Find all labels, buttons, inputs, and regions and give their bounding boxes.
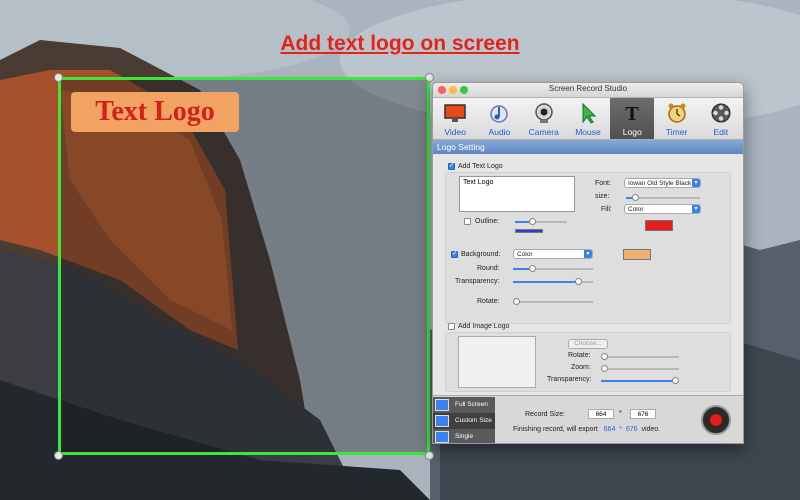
export-info: Finishing record, will export 664 * 676 … xyxy=(513,426,660,433)
font-select[interactable]: Iowan Old Style Black ▾ xyxy=(624,178,701,188)
resize-handle-bottom-left[interactable] xyxy=(54,451,63,460)
full-screen-mode-button[interactable]: Full Screen xyxy=(433,397,495,413)
image-transparency-slider[interactable] xyxy=(601,377,679,384)
mouse-pointer-icon xyxy=(582,102,597,124)
export-info-suffix: video. xyxy=(641,426,661,433)
image-zoom-label: Zoom: xyxy=(571,364,591,371)
camera-icon xyxy=(534,103,553,123)
round-label: Round: xyxy=(477,265,500,272)
add-image-logo-label: Add Image Logo xyxy=(458,323,510,330)
chevron-down-icon: ▾ xyxy=(584,250,592,258)
custom-size-mode-button[interactable]: Custom Size xyxy=(433,413,495,429)
capture-region[interactable] xyxy=(58,77,430,455)
record-bar: Full Screen Custom Size Single Window Re… xyxy=(433,395,743,443)
transparency-slider[interactable] xyxy=(513,278,593,285)
custom-size-icon xyxy=(435,415,449,427)
resize-handle-bottom-right[interactable] xyxy=(425,451,434,460)
export-info-prefix: Finishing record, will export xyxy=(513,426,598,433)
resize-handle-top-left[interactable] xyxy=(54,73,63,82)
size-label: size: xyxy=(595,193,610,200)
full-screen-icon xyxy=(435,399,449,411)
add-image-logo-checkbox[interactable] xyxy=(448,323,455,330)
outline-label: Outline: xyxy=(475,218,500,225)
image-transparency-label: Transparency: xyxy=(547,376,592,383)
fill-label: Fill: xyxy=(601,206,612,213)
export-height: 676 xyxy=(625,426,638,433)
tab-edit[interactable]: Edit xyxy=(699,98,743,139)
rotate-label: Rotate: xyxy=(477,298,500,305)
window-title: Screen Record Studio xyxy=(548,84,628,93)
background-color-swatch[interactable] xyxy=(623,249,651,260)
record-width-input[interactable]: 664 xyxy=(588,409,614,419)
tab-logo[interactable]: T Logo xyxy=(610,98,655,139)
audio-icon xyxy=(490,105,509,123)
outline-color-swatch[interactable] xyxy=(515,229,543,233)
fill-color-swatch[interactable] xyxy=(645,220,673,231)
logo-text-input[interactable]: Text Logo xyxy=(459,176,575,212)
toolbar: Video Audio Camera Mouse T Logo Timer Ed… xyxy=(433,98,743,140)
tab-video[interactable]: Video xyxy=(433,98,477,139)
background-select[interactable]: Color ▾ xyxy=(513,249,593,259)
add-text-logo-checkbox[interactable] xyxy=(448,161,455,170)
single-window-mode-button[interactable]: Single Window xyxy=(433,429,495,443)
video-icon xyxy=(444,104,466,122)
text-logo-overlay[interactable]: Text Logo xyxy=(71,92,239,132)
logo-settings-panel: Add Text Logo Text Logo Font: Iowan Old … xyxy=(433,155,743,395)
record-button[interactable] xyxy=(701,405,731,435)
transparency-label: Transparency: xyxy=(455,278,500,285)
background-checkbox[interactable] xyxy=(451,249,458,258)
image-zoom-slider[interactable] xyxy=(601,365,679,372)
headline: Add text logo on screen xyxy=(280,32,520,55)
size-times-symbol: * xyxy=(619,410,622,417)
section-header-logo-setting: Logo Setting xyxy=(433,140,743,154)
outline-slider[interactable] xyxy=(515,218,567,225)
resize-handle-top-right[interactable] xyxy=(425,73,434,82)
choose-image-button[interactable]: Choose... xyxy=(568,339,608,349)
tab-camera[interactable]: Camera xyxy=(522,98,566,139)
round-slider[interactable] xyxy=(513,265,593,272)
record-size-label: Record Size: xyxy=(525,411,566,418)
image-logo-preview[interactable] xyxy=(458,336,536,388)
text-logo-overlay-text: Text Logo xyxy=(95,96,215,127)
rotate-slider[interactable] xyxy=(513,298,593,305)
record-height-input[interactable]: 676 xyxy=(630,409,656,419)
outline-checkbox[interactable] xyxy=(464,218,471,225)
chevron-down-icon: ▾ xyxy=(692,179,700,187)
timer-icon xyxy=(667,103,686,123)
image-rotate-slider[interactable] xyxy=(601,353,679,360)
font-label: Font: xyxy=(595,180,611,187)
export-times-symbol: * xyxy=(619,426,622,433)
single-window-icon xyxy=(435,431,449,443)
chevron-down-icon: ▾ xyxy=(692,205,700,213)
title-bar[interactable]: Screen Record Studio xyxy=(433,83,743,98)
tab-mouse[interactable]: Mouse xyxy=(566,98,610,139)
background-label: Background: xyxy=(461,251,501,258)
export-width: 664 xyxy=(603,426,616,433)
app-window: Screen Record Studio Video Audio Camera … xyxy=(432,82,744,444)
tab-audio[interactable]: Audio xyxy=(477,98,521,139)
add-text-logo-label: Add Text Logo xyxy=(458,163,503,170)
fill-select[interactable]: Color ▾ xyxy=(624,204,701,214)
tab-timer[interactable]: Timer xyxy=(654,98,698,139)
svg-text:T: T xyxy=(626,103,640,124)
logo-text-icon: T xyxy=(626,103,640,124)
film-edit-icon xyxy=(711,103,731,123)
size-slider[interactable] xyxy=(626,194,700,201)
image-rotate-label: Rotate: xyxy=(568,352,591,359)
